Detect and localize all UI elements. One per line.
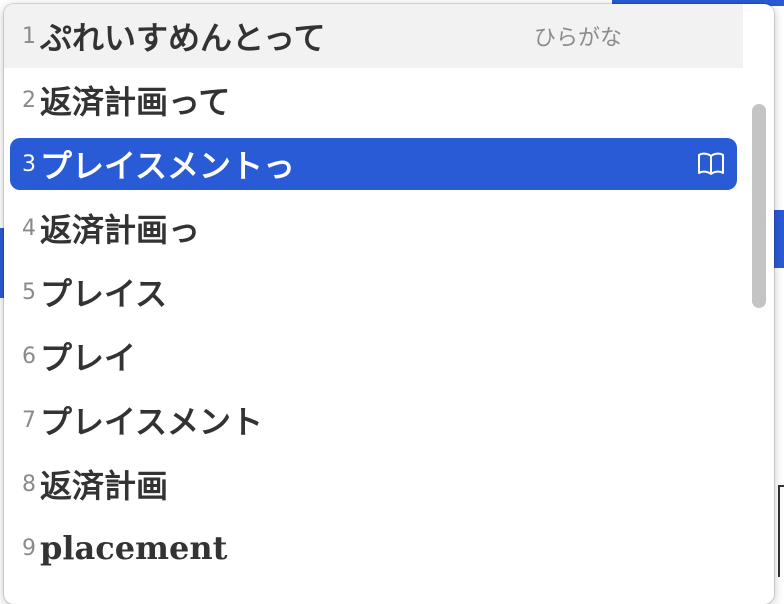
candidate-row-3-selected[interactable]: 3 プレイスメントっ bbox=[10, 138, 737, 190]
candidate-number: 8 bbox=[22, 471, 36, 497]
dictionary-book-icon[interactable] bbox=[697, 151, 725, 177]
candidate-text: 返済計画 bbox=[40, 467, 169, 505]
candidate-row-6[interactable]: 6 プレイ bbox=[10, 330, 737, 382]
candidate-text: placement bbox=[40, 529, 228, 567]
candidate-text: プレイスメント bbox=[40, 403, 264, 441]
candidate-number: 9 bbox=[22, 535, 36, 561]
candidate-number: 3 bbox=[22, 151, 36, 177]
candidate-row-7[interactable]: 7 プレイスメント bbox=[10, 394, 737, 446]
candidate-text: プレイス bbox=[40, 275, 168, 313]
candidate-text: 返済計画って bbox=[40, 83, 231, 121]
candidate-text: プレイスメントっ bbox=[40, 147, 296, 185]
candidate-row-9[interactable]: 9 placement bbox=[10, 522, 737, 574]
candidate-type-hint: ひらがな bbox=[534, 26, 623, 51]
candidate-text: プレイ bbox=[40, 339, 137, 377]
candidate-number: 2 bbox=[22, 87, 36, 113]
candidate-scrollbar-thumb[interactable] bbox=[752, 104, 766, 308]
candidate-number: 7 bbox=[22, 407, 36, 433]
ime-candidate-window: 1 ぷれいすめんとって ひらがな 2 返済計画って 3 プレイスメントっ 4 返… bbox=[4, 4, 774, 604]
candidate-number: 1 bbox=[22, 23, 36, 49]
background-frame bbox=[778, 485, 784, 577]
candidate-row-5[interactable]: 5 プレイス bbox=[10, 266, 737, 318]
candidate-row-1[interactable]: 1 ぷれいすめんとって ひらがな bbox=[4, 4, 743, 68]
candidate-number: 5 bbox=[22, 279, 36, 305]
candidate-number: 6 bbox=[22, 343, 36, 369]
candidate-text: 返済計画っ bbox=[40, 211, 201, 249]
candidate-row-8[interactable]: 8 返済計画 bbox=[10, 458, 737, 510]
candidate-row-2[interactable]: 2 返済計画って bbox=[10, 74, 737, 126]
candidate-text: ぷれいすめんとって bbox=[40, 19, 326, 57]
candidate-number: 4 bbox=[22, 215, 36, 241]
candidate-row-4[interactable]: 4 返済計画っ bbox=[10, 202, 737, 254]
